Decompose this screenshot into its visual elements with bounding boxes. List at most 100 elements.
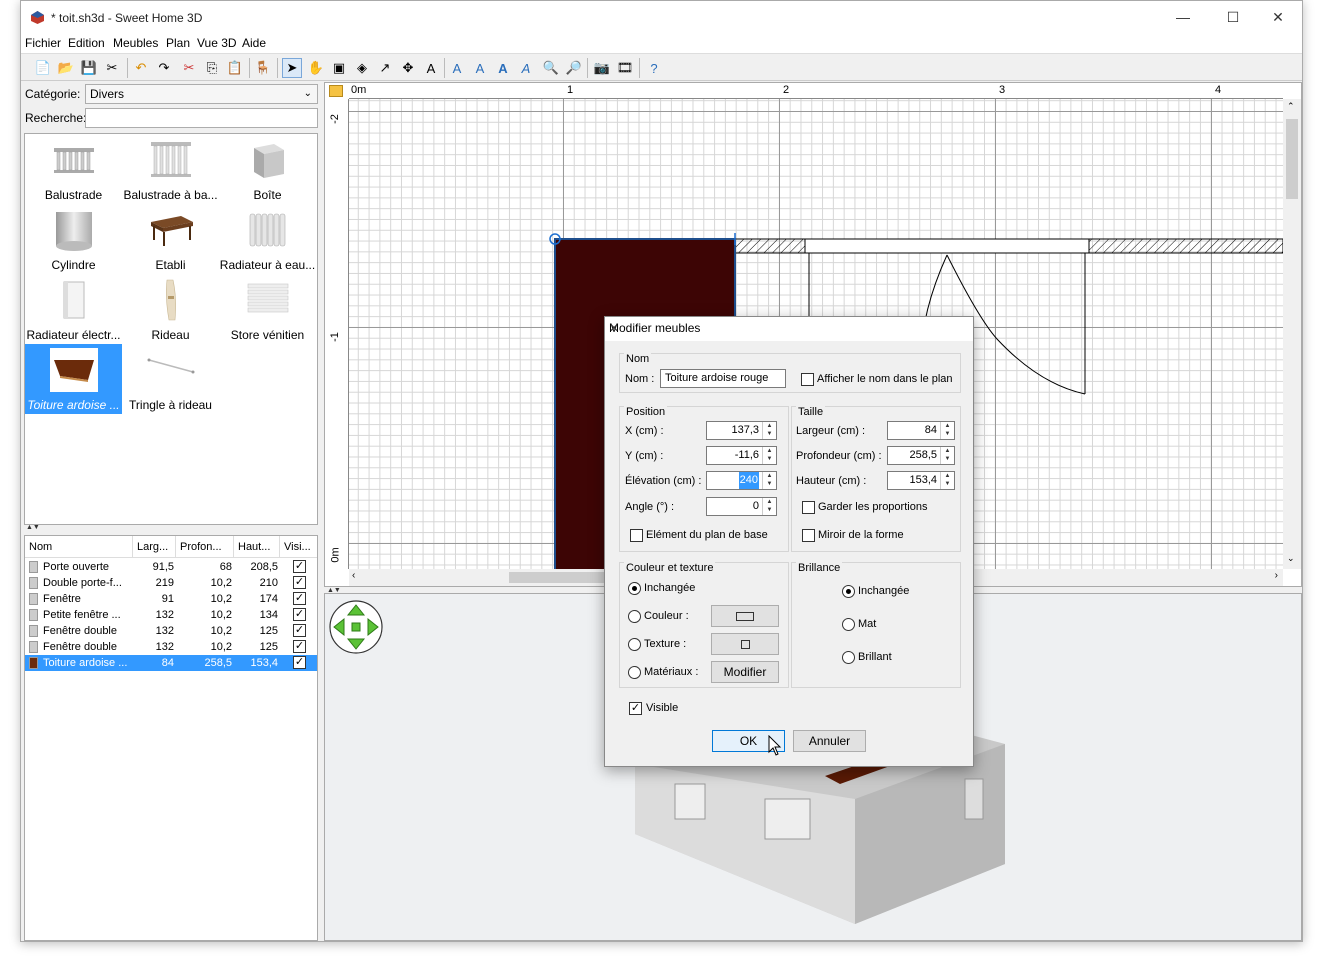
catalog-item[interactable]: Etabli [122,204,219,274]
y-spinner[interactable]: -11,6 ▲ ▼ [706,446,777,465]
undo-icon[interactable]: ↶ [131,58,151,78]
column-width[interactable]: Larg... [133,536,176,558]
dialog-close-icon[interactable]: ✕ [609,321,965,335]
show-name-checkbox[interactable] [801,373,814,386]
italic-text-icon[interactable]: A [516,58,536,78]
menu-vue3d[interactable]: Vue 3D [197,36,237,50]
open-icon[interactable]: 📂 [56,58,76,78]
catalog-item[interactable]: Radiateur à eau... [219,204,316,274]
add-furniture-icon[interactable]: 🪑 [253,58,273,78]
visible-checkbox[interactable]: ✓ [293,576,306,589]
catalog-item[interactable]: Rideau [122,274,219,344]
materials-radio[interactable] [628,666,641,679]
shine-unchanged-radio[interactable] [842,585,855,598]
create-rooms-icon[interactable]: ◈ [352,58,372,78]
redo-icon[interactable]: ↷ [154,58,174,78]
spinner-arrows-icon[interactable]: ▲ ▼ [762,447,776,464]
table-row[interactable]: Toiture ardoise ... 84 258,5 153,4 ✓ [25,655,317,671]
spinner-arrows-icon[interactable]: ▲ ▼ [762,472,776,489]
visible-checkbox[interactable]: ✓ [293,592,306,605]
angle-spinner[interactable]: 0 ▲ ▼ [706,497,777,516]
name-input[interactable]: Toiture ardoise rouge [660,369,786,388]
table-row[interactable]: Fenêtre double 132 10,2 125 ✓ [25,623,317,639]
search-input[interactable] [85,108,318,128]
increase-text-icon[interactable]: A [447,58,467,78]
plan-vertical-scrollbar[interactable]: ⌃ ⌄ [1283,99,1301,569]
bold-text-icon[interactable]: A [493,58,513,78]
base-plan-checkbox[interactable] [630,529,643,542]
catalog-item[interactable]: Boîte [219,134,316,204]
matte-radio[interactable] [842,618,855,631]
help-icon[interactable]: ? [644,58,664,78]
column-visible[interactable]: Visi... [280,536,319,558]
create-photo-icon[interactable]: 📷 [592,58,612,78]
modify-materials-button[interactable]: Modifier [711,661,779,683]
catalog-item[interactable]: Balustrade [25,134,122,204]
visible-checkbox[interactable]: ✓ [293,560,306,573]
keep-proportions-checkbox[interactable] [802,501,815,514]
pan-mode-icon[interactable]: ✋ [306,58,326,78]
spinner-arrows-icon[interactable]: ▲ ▼ [940,472,954,489]
mirror-checkbox[interactable] [802,529,815,542]
texture-radio[interactable] [628,638,641,651]
create-walls-icon[interactable]: ▣ [329,58,349,78]
unchanged-radio[interactable] [628,582,641,595]
spinner-arrows-icon[interactable]: ▲ ▼ [762,422,776,439]
spinner-arrows-icon[interactable]: ▲ ▼ [940,422,954,439]
visible-checkbox[interactable]: ✓ [293,640,306,653]
close-button[interactable]: ✕ [1255,6,1301,30]
create-video-icon[interactable]: 🎞 [615,58,635,78]
maximize-button[interactable]: ☐ [1210,6,1256,30]
color-button[interactable] [711,605,779,627]
catalog-item[interactable]: Store vénitien [219,274,316,344]
catalog-item[interactable]: Cylindre [25,204,122,274]
width-spinner[interactable]: 84 ▲ ▼ [887,421,955,440]
table-row[interactable]: Petite fenêtre ... 132 10,2 134 ✓ [25,607,317,623]
menu-meubles[interactable]: Meubles [113,36,158,50]
select-mode-icon[interactable]: ➤ [282,58,302,78]
split-arrows-icon[interactable]: ▲▼ [26,524,40,531]
add-text-icon[interactable]: A [421,58,441,78]
visible-checkbox[interactable]: ✓ [293,608,306,621]
catalog-item[interactable]: Radiateur électr... [25,274,122,344]
menu-aide[interactable]: Aide [242,36,266,50]
copy-icon[interactable]: ⎘ [202,58,222,78]
visible-checkbox[interactable]: ✓ [293,624,306,637]
table-row[interactable]: Double porte-f... 219 10,2 210 ✓ [25,575,317,591]
catalog-item[interactable]: Tringle à rideau [122,344,219,414]
column-height[interactable]: Haut... [234,536,280,558]
column-depth[interactable]: Profon... [176,536,234,558]
spinner-arrows-icon[interactable]: ▲ ▼ [940,447,954,464]
create-polylines-icon[interactable]: ↗ [375,58,395,78]
menu-plan[interactable]: Plan [166,36,190,50]
visible-checkbox[interactable]: ✓ [629,702,642,715]
table-row[interactable]: Fenêtre double 132 10,2 125 ✓ [25,639,317,655]
depth-spinner[interactable]: 258,5 ▲ ▼ [887,446,955,465]
column-name[interactable]: Nom [25,536,133,558]
catalog-item-selected[interactable]: Toiture ardoise ... [25,344,122,414]
zoom-out-icon[interactable]: 🔎 [564,58,584,78]
paste-icon[interactable]: 📋 [225,58,245,78]
minimize-button[interactable]: — [1160,6,1206,30]
color-radio[interactable] [628,610,641,623]
x-spinner[interactable]: 137,3 ▲ ▼ [706,421,777,440]
shiny-radio[interactable] [842,651,855,664]
spinner-arrows-icon[interactable]: ▲ ▼ [762,498,776,515]
height-spinner[interactable]: 153,4 ▲ ▼ [887,471,955,490]
cut-icon[interactable]: ✂ [179,58,199,78]
new-icon[interactable]: 📄 [33,58,53,78]
menu-edition[interactable]: Edition [68,36,105,50]
save-icon[interactable]: 💾 [79,58,99,78]
texture-button[interactable] [711,633,779,655]
preferences-icon[interactable]: ✂ [102,58,122,78]
cancel-button[interactable]: Annuler [793,730,866,752]
catalog-item[interactable]: Balustrade à ba... [122,134,219,204]
visible-checkbox[interactable]: ✓ [293,656,306,669]
table-row[interactable]: Fenêtre 91 10,2 174 ✓ [25,591,317,607]
category-select[interactable]: Divers ⌄ [85,84,318,104]
create-dimensions-icon[interactable]: ✥ [398,58,418,78]
table-row[interactable]: Porte ouverte 91,5 68 208,5 ✓ [25,559,317,575]
elevation-spinner[interactable]: 240 ▲ ▼ [706,471,777,490]
zoom-in-icon[interactable]: 🔍 [541,58,561,78]
decrease-text-icon[interactable]: A [470,58,490,78]
